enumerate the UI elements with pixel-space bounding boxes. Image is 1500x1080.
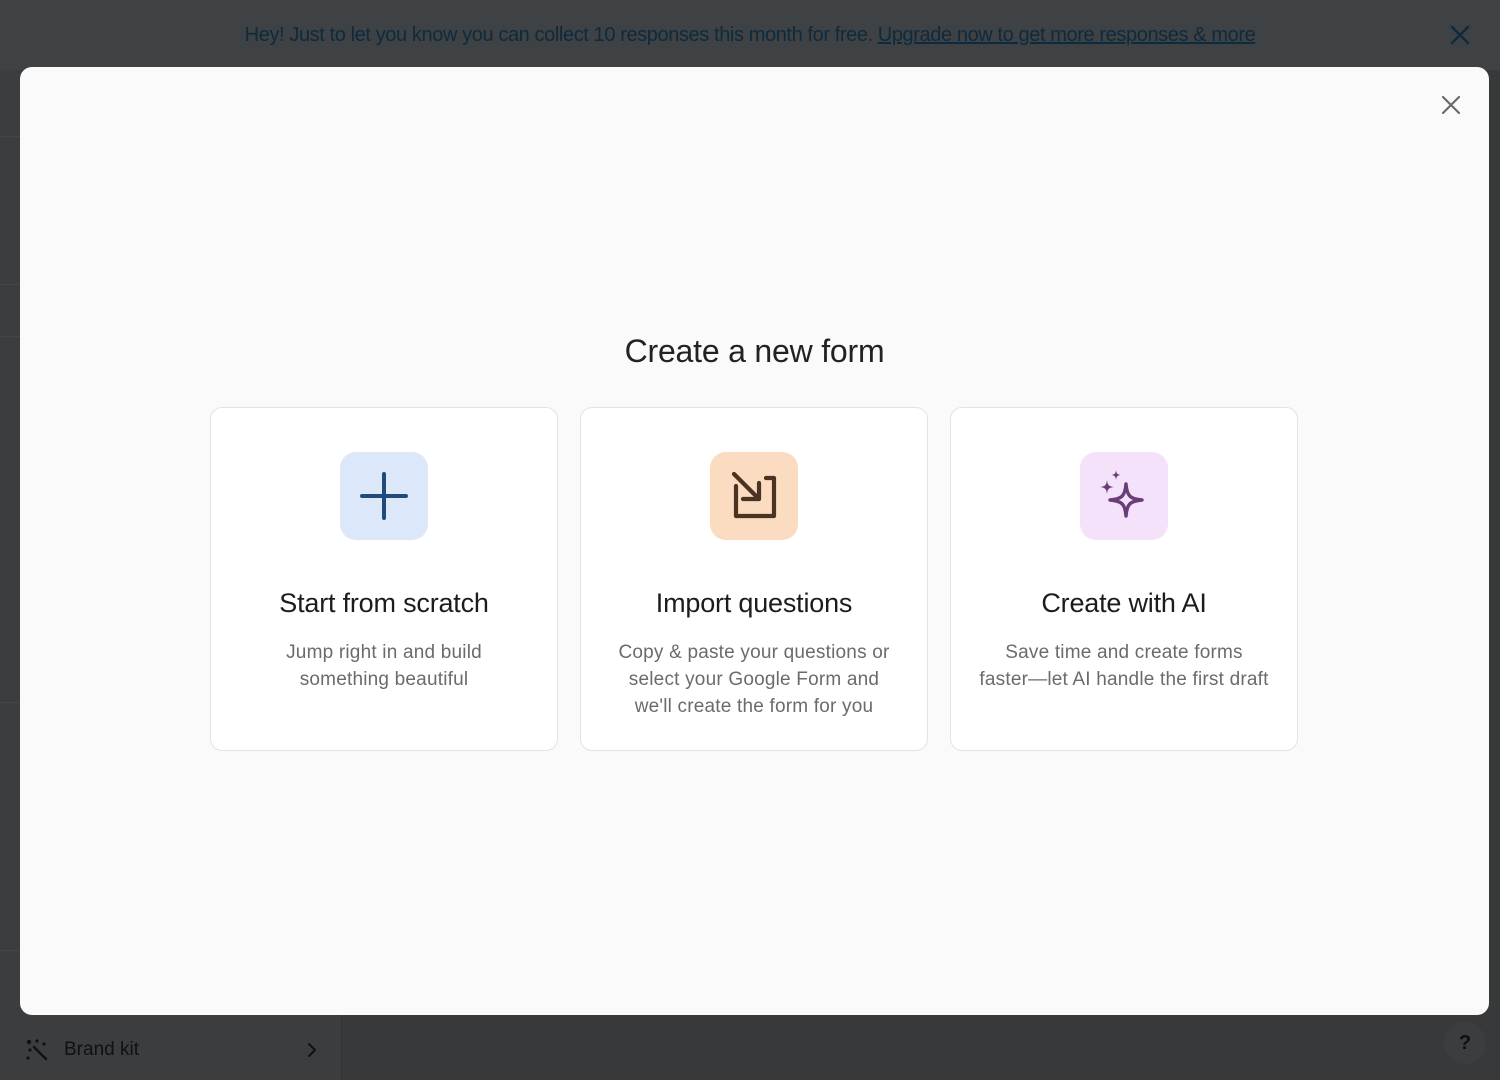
create-form-modal: Create a new form Start from scratch Jum… [20, 67, 1489, 1015]
sidebar-item-label: Brand kit [64, 1039, 139, 1060]
plus-icon [360, 472, 408, 520]
option-title: Import questions [655, 588, 853, 618]
chevron-right-icon [308, 1043, 316, 1057]
start-from-scratch-card[interactable]: Start from scratch Jump right in and bui… [210, 407, 558, 751]
form-options: Start from scratch Jump right in and bui… [210, 407, 1300, 751]
option-icon-bg [1080, 452, 1168, 540]
option-title: Create with AI [1041, 588, 1207, 618]
help-label: ? [1458, 1031, 1472, 1054]
option-icon-bg [340, 452, 428, 540]
sparkle-dots-icon [26, 1039, 48, 1061]
import-questions-card[interactable]: Import questions Copy & paste your quest… [580, 407, 928, 751]
create-with-ai-card[interactable]: Create with AI Save time and create form… [950, 407, 1298, 751]
option-description: Copy & paste your questions or select yo… [618, 642, 890, 717]
help-button[interactable]: ? [1444, 1022, 1486, 1064]
upgrade-link[interactable]: Upgrade now to get more responses & more [878, 24, 1256, 47]
sidebar-item-brand-kit[interactable]: Brand kit [0, 1020, 342, 1080]
import-arrow-icon [731, 471, 777, 519]
option-description: Jump right in and build something beauti… [286, 642, 482, 690]
banner-text: Hey! Just to let you know you can collec… [244, 23, 874, 46]
option-description: Save time and create forms faster—let AI… [979, 642, 1269, 690]
modal-title: Create a new form [624, 333, 885, 369]
close-icon[interactable] [1448, 23, 1472, 47]
close-icon[interactable] [1439, 93, 1463, 117]
sparkles-icon [1100, 470, 1144, 518]
option-title: Start from scratch [279, 588, 489, 618]
upgrade-banner: Hey! Just to let you know you can collec… [0, 0, 1500, 70]
option-icon-bg [710, 452, 798, 540]
